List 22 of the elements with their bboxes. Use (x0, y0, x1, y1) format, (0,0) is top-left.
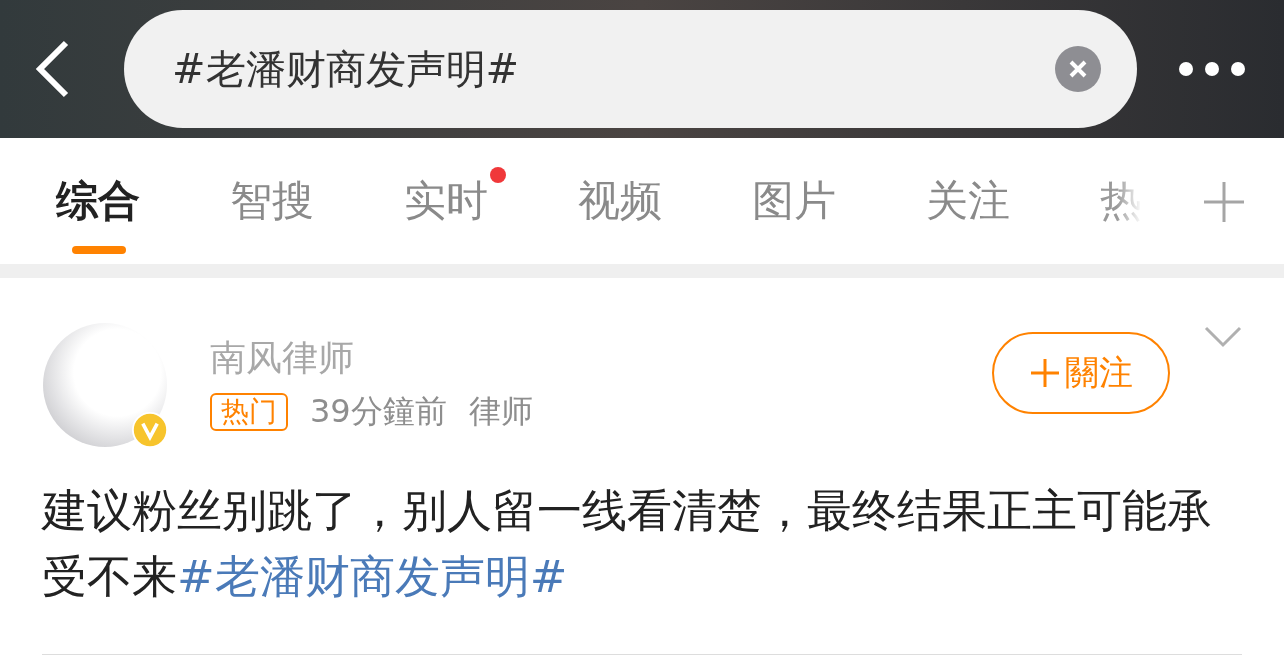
hot-tag: 热门 (210, 393, 288, 431)
author-name[interactable]: 南风律师 (210, 330, 992, 386)
avatar[interactable] (42, 322, 168, 448)
tab[interactable]: 智搜 (210, 138, 384, 264)
post-text: 建议粉丝别跳了，别人留一线看清楚，最终结果正主可能承受不来#老潘财商发声明# (42, 478, 1242, 655)
search-field[interactable]: #老潘财商发声明# (124, 10, 1137, 128)
search-value: #老潘财商发声明# (172, 44, 521, 94)
tab[interactable]: 图片 (732, 138, 906, 264)
follow-button[interactable]: 關注 (992, 332, 1170, 414)
tab[interactable]: 关注 (906, 138, 1080, 264)
chevron-down-icon[interactable] (1204, 326, 1242, 348)
active-tab-indicator (72, 246, 126, 254)
clear-icon[interactable] (1055, 46, 1101, 92)
tab[interactable]: 综合 (36, 138, 210, 264)
tab[interactable]: 实时 (384, 138, 558, 264)
hashtag-link[interactable]: #老潘财商发声明# (177, 550, 568, 603)
post-time: 39分鐘前 (310, 391, 447, 432)
author-title: 律师 (468, 391, 533, 432)
more-icon[interactable] (1177, 60, 1247, 78)
tab[interactable]: 视频 (558, 138, 732, 264)
tab[interactable]: 热 (1080, 138, 1254, 264)
plus-icon (1029, 357, 1061, 389)
